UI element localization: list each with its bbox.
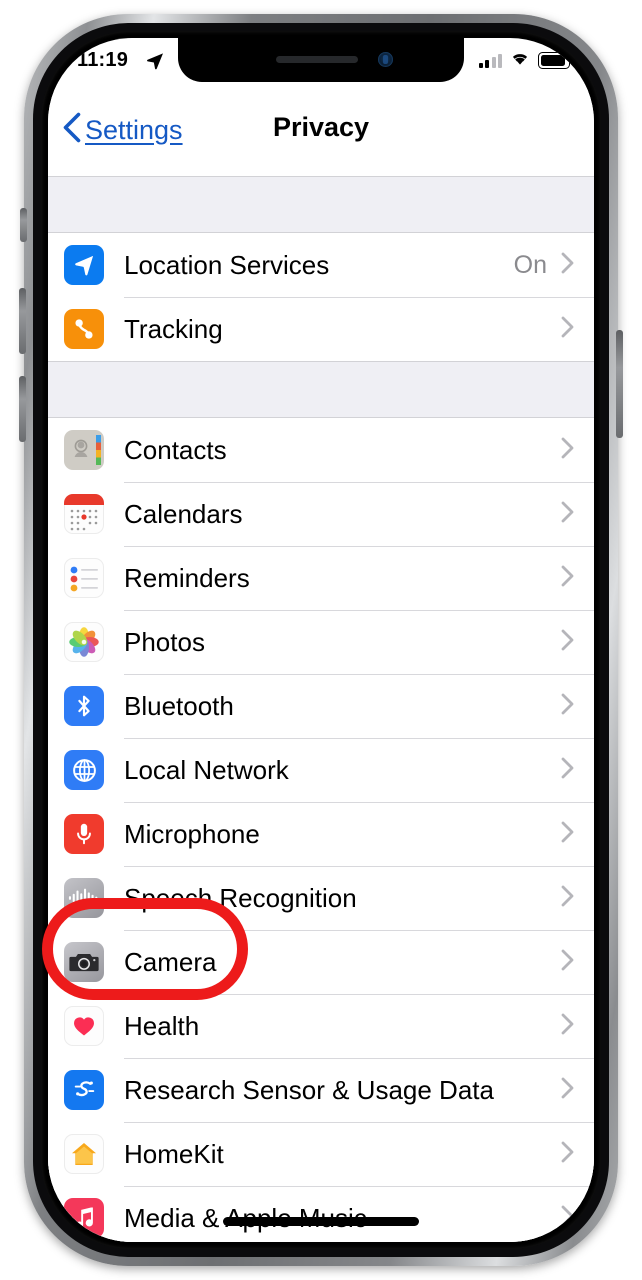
row-label: Tracking	[124, 313, 223, 344]
row-calendars[interactable]: Calendars	[48, 482, 594, 546]
home-indicator[interactable]	[223, 1217, 419, 1226]
row-label: Contacts	[124, 434, 227, 465]
research-sensor-icon	[64, 1070, 104, 1110]
status-bar-time: 11:19	[77, 49, 129, 71]
chevron-right-icon	[561, 1205, 574, 1232]
earpiece-speaker	[276, 56, 358, 63]
row-bluetooth[interactable]: Bluetooth	[48, 674, 594, 738]
chevron-right-icon	[561, 693, 574, 720]
tracking-icon	[64, 309, 104, 349]
microphone-icon	[64, 814, 104, 854]
bluetooth-icon	[64, 686, 104, 726]
calendars-icon	[64, 494, 104, 534]
row-label: Bluetooth	[124, 690, 234, 721]
chevron-right-icon	[561, 437, 574, 464]
chevron-right-icon	[561, 1141, 574, 1168]
page-title: Privacy	[272, 112, 370, 142]
row-local-network[interactable]: Local Network	[48, 738, 594, 802]
status-bar-indicators	[478, 50, 574, 71]
reminders-icon	[64, 558, 104, 598]
row-contacts[interactable]: Contacts	[48, 418, 594, 482]
settings-list: Location Services On Tracking Contacts C…	[48, 176, 594, 1242]
chevron-right-icon	[561, 949, 574, 976]
row-label: Calendars	[124, 498, 243, 529]
row-label: Health	[124, 1010, 200, 1041]
row-label: Local Network	[124, 754, 289, 785]
row-research-sensor-usage-data[interactable]: Research Sensor & Usage Data	[48, 1058, 594, 1122]
section-gap-middle	[48, 361, 594, 418]
row-photos[interactable]: Photos	[48, 610, 594, 674]
homekit-icon	[64, 1134, 104, 1174]
row-value: On	[513, 250, 547, 279]
silent-switch-button[interactable]	[20, 208, 27, 242]
location-services-icon	[64, 245, 104, 285]
location-arrow-icon	[146, 52, 164, 75]
chevron-right-icon	[561, 501, 574, 528]
health-icon	[64, 1006, 104, 1046]
row-health[interactable]: Health	[48, 994, 594, 1058]
row-label: Location Services	[124, 249, 330, 280]
chevron-right-icon	[561, 252, 574, 279]
photos-icon	[64, 622, 104, 662]
front-camera-icon	[378, 52, 393, 67]
row-location-services[interactable]: Location Services On	[48, 233, 594, 297]
row-label: Research Sensor & Usage Data	[124, 1074, 494, 1105]
wifi-icon	[509, 50, 531, 71]
row-label: Microphone	[124, 818, 260, 849]
local-network-icon	[64, 750, 104, 790]
chevron-right-icon	[561, 885, 574, 912]
chevron-right-icon	[561, 316, 574, 343]
row-microphone[interactable]: Microphone	[48, 802, 594, 866]
chevron-right-icon	[561, 821, 574, 848]
chevron-right-icon	[561, 757, 574, 784]
row-reminders[interactable]: Reminders	[48, 546, 594, 610]
settings-group-location: Location Services On Tracking	[48, 233, 594, 361]
power-button[interactable]	[616, 330, 623, 438]
iphone-device-frame: 11:19 Settings Privacy Location Services…	[0, 0, 642, 1280]
row-label: Photos	[124, 626, 205, 657]
row-homekit[interactable]: HomeKit	[48, 1122, 594, 1186]
contacts-icon	[64, 430, 104, 470]
device-notch	[178, 38, 464, 82]
volume-up-button[interactable]	[19, 288, 26, 354]
chevron-right-icon	[561, 565, 574, 592]
row-label: Reminders	[124, 562, 250, 593]
row-media-apple-music[interactable]: Media & Apple Music	[48, 1186, 594, 1242]
chevron-right-icon	[561, 1013, 574, 1040]
navigation-bar: Settings Privacy	[48, 84, 594, 176]
media-apple-music-icon	[64, 1198, 104, 1238]
battery-full-icon	[538, 52, 574, 69]
chevron-right-icon	[561, 1077, 574, 1104]
camera-highlight-annotation	[42, 898, 248, 1000]
row-label: HomeKit	[124, 1138, 224, 1169]
row-tracking[interactable]: Tracking	[48, 297, 594, 361]
chevron-right-icon	[561, 629, 574, 656]
section-gap-top	[48, 176, 594, 233]
settings-group-app-permissions: Contacts Calendars Reminders Photos Blue…	[48, 418, 594, 1242]
cellular-signal-icon	[478, 53, 502, 68]
phone-screen: 11:19 Settings Privacy Location Services…	[48, 38, 594, 1242]
volume-down-button[interactable]	[19, 376, 26, 442]
